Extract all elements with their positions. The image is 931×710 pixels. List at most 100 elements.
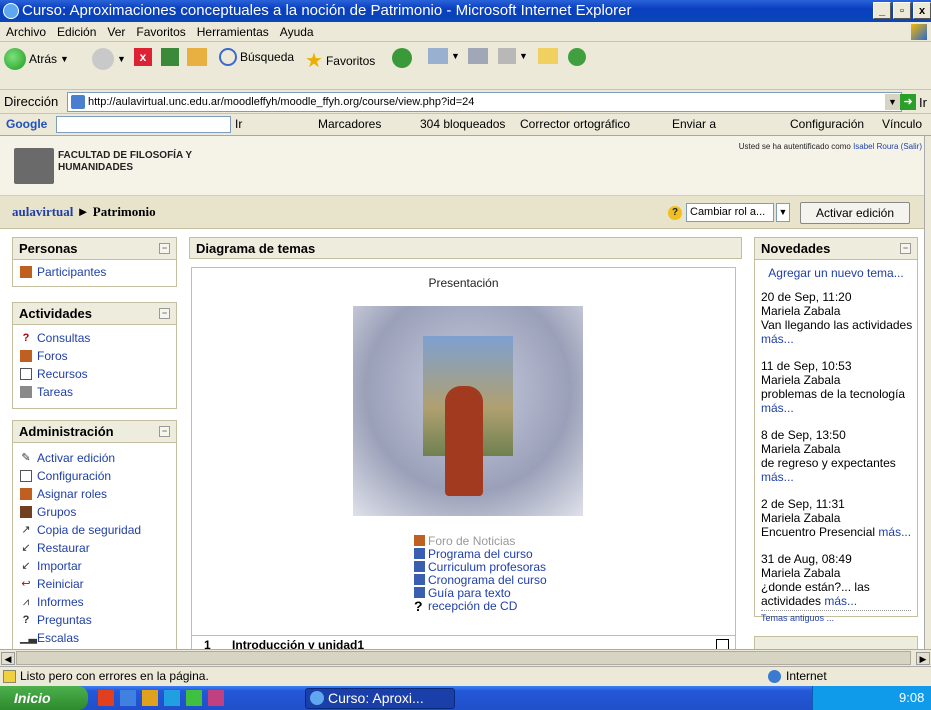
quicklaunch-icon[interactable] [208,690,224,706]
page-content: FACULTAD DE FILOSOFÍA Y HUMANIDADES Uste… [0,136,924,649]
forum-icon [20,350,32,362]
scroll-right-icon[interactable]: ▶ [916,652,930,665]
resource-recepcion-cd[interactable]: ? recepción de CD [414,599,517,613]
admin-item-preguntas[interactable]: ? Preguntas [13,611,176,629]
admin-item-label: Preguntas [37,613,92,627]
media-button[interactable] [392,48,412,68]
menu-ayuda[interactable]: Ayuda [280,25,314,39]
print-button[interactable] [468,48,488,64]
close-button[interactable]: x [913,2,931,19]
start-button[interactable]: Inicio [0,686,88,710]
favorites-button[interactable]: ★ Favoritos [305,48,375,73]
mail-button[interactable]: ▼ [428,48,460,64]
help-icon[interactable]: ? [668,206,682,220]
logout-link[interactable]: (Salir) [901,142,922,151]
menu-ver[interactable]: Ver [107,25,125,39]
user-link[interactable]: Isabel Roura [853,142,898,151]
news-author: Mariela Zabala [761,373,841,387]
address-input[interactable]: http://aulavirtual.unc.edu.ar/moodleffyh… [67,92,902,112]
warning-icon[interactable] [3,670,16,683]
spellcheck-button[interactable]: Corrector ortográfico [520,117,630,131]
quicklaunch-icon[interactable] [98,690,114,706]
google-config-button[interactable]: Configuración [790,117,864,131]
quicklaunch-icon[interactable] [164,690,180,706]
horizontal-scrollbar[interactable]: ◀ ▶ [0,649,931,666]
section-1-header: 1 Introducción y unidad1 [191,635,736,649]
question-icon: ? [22,332,30,344]
add-topic-link[interactable]: Agregar un nuevo tema... [768,266,903,280]
news-more-link[interactable]: más... [824,594,857,608]
taskbar-window-button[interactable]: Curso: Aproxi... [305,688,455,709]
minimize-button[interactable]: _ [873,2,891,19]
presentation-heading: Presentación [428,276,499,290]
news-author: Mariela Zabala [761,304,841,318]
google-search-input[interactable] [56,116,231,133]
news-more-link[interactable]: más... [761,470,794,484]
folder-icon [538,48,558,64]
folder-button[interactable] [538,48,558,64]
go-button[interactable]: ➜ Ir [900,94,927,110]
scroll-thumb[interactable] [16,651,911,665]
links-label[interactable]: Vínculo [882,117,922,131]
sidebar-item-consultas[interactable]: ? Consultas [13,329,176,347]
topics-title: Diagrama de temas [196,241,316,256]
news-author: Mariela Zabala [761,442,841,456]
admin-item-escalas[interactable]: ▁▃ Escalas [13,629,176,647]
vertical-scrollbar[interactable] [924,136,931,649]
news-more-link[interactable]: más... [761,401,794,415]
back-button[interactable]: Atrás ▼ [4,48,69,70]
breadcrumb-current: Patrimonio [92,204,156,219]
edit-button[interactable]: ▼ [498,48,528,64]
news-more-link[interactable]: más... [761,332,794,346]
quicklaunch-icon[interactable] [120,690,136,706]
admin-item-activar-edicion[interactable]: ✎ Activar edición [13,449,176,467]
messenger-button[interactable] [568,48,586,66]
admin-item-configuracion[interactable]: Configuración [13,467,176,485]
home-button[interactable] [187,48,207,66]
collapse-icon[interactable]: − [900,243,911,254]
admin-item-informes[interactable]: ⩘ Informes [13,593,176,611]
news-text: Encuentro Presencial [761,525,876,539]
breadcrumb-home-link[interactable]: aulavirtual [12,204,73,219]
role-select[interactable]: Cambiar rol a... [686,203,774,222]
collapse-icon[interactable]: − [159,308,170,319]
sidebar-item-foros[interactable]: Foros [13,347,176,365]
admin-item-label: Escalas [37,631,80,645]
maximize-button[interactable]: ▫ [893,2,911,19]
quicklaunch-icon[interactable] [142,690,158,706]
forward-button[interactable]: ▼ [92,48,126,70]
news-text: problemas de la tecnología [761,387,906,401]
sidebar-item-participantes[interactable]: Participantes [13,263,176,281]
menu-herramientas[interactable]: Herramientas [197,25,269,39]
older-topics-link[interactable]: Temas antiguos ... [761,613,834,623]
role-dropdown-icon[interactable]: ▼ [776,203,790,222]
activar-edicion-button[interactable]: Activar edición [800,202,910,224]
menu-favoritos[interactable]: Favoritos [136,25,185,39]
scroll-left-icon[interactable]: ◀ [1,652,15,665]
admin-item-reiniciar[interactable]: ↩ Reiniciar [13,575,176,593]
send-to-button[interactable]: Enviar a [672,117,716,131]
admin-item-importar[interactable]: ↙ Importar [13,557,176,575]
admin-item-copia-seguridad[interactable]: ↗ Copia de seguridad [13,521,176,539]
google-ir-button[interactable]: Ir [235,117,242,131]
admin-item-restaurar[interactable]: ↙ Restaurar [13,539,176,557]
word-doc-icon [414,561,425,572]
popup-blocked-button[interactable]: 304 bloqueados [420,117,505,131]
menu-edicion[interactable]: Edición [57,25,96,39]
section-highlight-icon[interactable] [716,639,729,649]
collapse-icon[interactable]: − [159,426,170,437]
refresh-button[interactable] [161,48,179,66]
address-dropdown-icon[interactable]: ▼ [885,94,900,110]
news-more-link[interactable]: más... [878,525,911,539]
stop-button[interactable]: x [134,48,152,66]
sidebar-item-tareas[interactable]: Tareas [13,383,176,401]
search-button[interactable]: Búsqueda [219,48,294,66]
sidebar-item-recursos[interactable]: Recursos [13,365,176,383]
marcadores-button[interactable]: Marcadores [318,117,381,131]
menu-archivo[interactable]: Archivo [6,25,46,39]
quicklaunch-icon[interactable] [186,690,202,706]
admin-item-asignar-roles[interactable]: Asignar roles [13,485,176,503]
admin-item-label: Grupos [37,505,77,519]
collapse-icon[interactable]: − [159,243,170,254]
admin-item-grupos[interactable]: Grupos [13,503,176,521]
